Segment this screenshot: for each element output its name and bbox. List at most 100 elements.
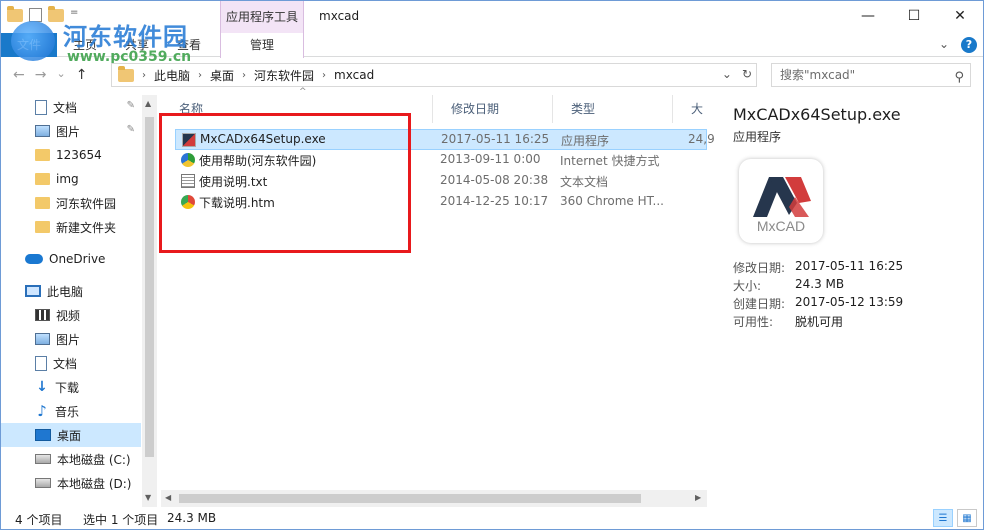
back-arrow-icon[interactable]: ← (13, 67, 25, 83)
prop-value: 2017-05-12 13:59 (795, 295, 904, 309)
column-header-type[interactable]: 类型 (553, 95, 673, 123)
sidebar-item-music[interactable]: ♪ 音乐 (1, 399, 141, 423)
sidebar-item-downloads[interactable]: ↓ 下载 (1, 375, 141, 399)
close-button[interactable]: ✕ (937, 1, 983, 31)
new-folder-icon[interactable] (48, 5, 64, 22)
prop-key: 修改日期: (733, 261, 786, 275)
sidebar-item-pictures-2[interactable]: 图片 (1, 327, 141, 351)
recent-locations-icon[interactable]: ⌄ (56, 67, 65, 83)
tab-home[interactable]: 主页 (73, 33, 97, 57)
minimize-button[interactable]: — (845, 1, 891, 31)
file-type: 文本文档 (560, 175, 609, 189)
sidebar-item-label: 图片 (56, 332, 81, 347)
scroll-down-icon[interactable]: ▼ (145, 493, 151, 502)
pin-icon[interactable]: ✎ (127, 124, 135, 135)
file-type: 应用程序 (561, 134, 610, 148)
scroll-left-icon[interactable]: ◀ (165, 493, 171, 502)
sidebar-item-drive-c[interactable]: 本地磁盘 (C:) (1, 447, 141, 471)
search-icon[interactable]: ⚲ (954, 67, 964, 89)
sidebar-item-label: 此电脑 (47, 284, 84, 299)
quick-access-toolbar: = (7, 5, 86, 23)
tab-share[interactable]: 共享 (125, 33, 149, 57)
sidebar-item-pictures[interactable]: 图片 ✎ (1, 119, 141, 143)
sidebar-item-documents[interactable]: 文档 ✎ (1, 95, 141, 119)
folder-icon (35, 149, 50, 161)
status-size: 24.3 MB (167, 511, 217, 525)
help-icon[interactable]: ? (961, 37, 977, 53)
status-bar: 4 个项目 选中 1 个项目 24.3 MB ☰ ▦ (1, 507, 983, 529)
sidebar-item-label: 文档 (53, 356, 78, 371)
breadcrumb-desktop[interactable]: 桌面 (210, 67, 234, 84)
address-bar[interactable]: › 此电脑 › 桌面 › 河东软件园 › mxcad ⌄ ↻ (111, 63, 757, 87)
sidebar-item-documents-2[interactable]: 文档 (1, 351, 141, 375)
file-type: 360 Chrome HT... (560, 194, 664, 208)
scroll-right-icon[interactable]: ▶ (695, 493, 701, 502)
sidebar-item-label: 河东软件园 (56, 196, 117, 211)
large-icons-view-icon[interactable]: ▦ (957, 509, 977, 527)
details-view-icon[interactable]: ☰ (933, 509, 953, 527)
file-row-help-link[interactable]: 使用帮助(河东软件园) 2013-09-11 0:00 Internet 快捷方… (175, 150, 707, 171)
sidebar-item-label: 下载 (55, 380, 80, 395)
music-icon: ♪ (37, 402, 47, 420)
column-header-size[interactable]: 大小 (673, 95, 707, 144)
sidebar-item-this-pc[interactable]: 此电脑 (1, 279, 141, 303)
tab-file[interactable]: 文件 (1, 33, 57, 57)
thumb-text: MxCAD (757, 218, 805, 234)
sidebar-item-new-folder[interactable]: 新建文件夹 (1, 215, 141, 239)
prop-created: 创建日期: 2017-05-12 13:59 (733, 295, 973, 313)
breadcrumb-this-pc[interactable]: 此电脑 (154, 67, 190, 84)
file-name: 使用说明.txt (199, 175, 268, 189)
scrollbar-thumb[interactable] (179, 494, 641, 503)
chevron-right-icon: › (242, 69, 247, 81)
sidebar-item-desktop[interactable]: 桌面 (1, 423, 141, 447)
sidebar-item-img[interactable]: img (1, 167, 141, 191)
folder-icon[interactable] (7, 5, 23, 22)
scroll-up-icon[interactable]: ▲ (145, 99, 151, 108)
mxcad-exe-icon (182, 133, 196, 147)
forward-arrow-icon[interactable]: → (35, 67, 47, 83)
sidebar-item-videos[interactable]: 视频 (1, 303, 141, 327)
up-arrow-icon[interactable]: ↑ (76, 67, 88, 83)
column-header-name[interactable]: 名称 (161, 95, 433, 123)
document-icon (35, 355, 47, 371)
prop-key: 创建日期: (733, 297, 786, 311)
sidebar-item-onedrive[interactable]: OneDrive (1, 247, 141, 271)
sidebar-item-label: 图片 (56, 124, 81, 139)
desktop-icon (35, 429, 51, 441)
sidebar-item-hedong[interactable]: 河东软件园 (1, 191, 141, 215)
breadcrumb-mxcad[interactable]: mxcad (334, 68, 374, 82)
search-input[interactable]: 搜索"mxcad" ⚲ (771, 63, 971, 87)
file-row-mxcad-exe[interactable]: MxCADx64Setup.exe 2017-05-11 16:25 应用程序 … (175, 129, 715, 150)
tab-view[interactable]: 查看 (177, 33, 201, 57)
address-dropdown-icon[interactable]: ⌄ (722, 67, 732, 81)
prop-size: 大小: 24.3 MB (733, 277, 973, 295)
pin-icon[interactable]: ✎ (127, 100, 135, 111)
breadcrumb-hedong[interactable]: 河东软件园 (254, 67, 314, 84)
explorer-window: = 应用程序工具 mxcad — ☐ ✕ 文件 主页 共享 查看 管理 ⌄ ? … (0, 0, 984, 530)
file-row-readme-txt[interactable]: 使用说明.txt 2014-05-08 20:38 文本文档 (175, 171, 707, 192)
sidebar-item-123654[interactable]: 123654 (1, 143, 141, 167)
sidebar-item-drive-d[interactable]: 本地磁盘 (D:) (1, 471, 141, 495)
chrome-html-icon (181, 195, 195, 209)
file-list-hscrollbar[interactable]: ◀ ▶ (161, 490, 707, 507)
scrollbar-thumb[interactable] (145, 117, 154, 457)
ribbon-expand-icon[interactable]: ⌄ (939, 37, 949, 53)
refresh-icon[interactable]: ↻ (742, 67, 752, 81)
file-date: 2014-12-25 10:17 (440, 194, 549, 208)
maximize-button[interactable]: ☐ (891, 1, 937, 31)
mxcad-logo-icon: MxCAD (739, 159, 823, 243)
prop-key: 大小: (733, 279, 762, 293)
file-row-download-htm[interactable]: 下载说明.htm 2014-12-25 10:17 360 Chrome HT.… (175, 192, 707, 213)
folder-icon (35, 173, 50, 185)
sidebar-item-label: img (56, 172, 79, 186)
prop-availability: 可用性: 脱机可用 (733, 313, 973, 331)
prop-value: 24.3 MB (795, 277, 845, 291)
sidebar-scrollbar[interactable]: ▲ ▼ (142, 95, 157, 507)
qat-dropdown-icon[interactable]: = (70, 7, 86, 23)
status-selection: 选中 1 个项目 (83, 513, 159, 527)
cloud-icon (25, 254, 43, 264)
properties-icon[interactable] (29, 8, 42, 22)
column-header-date[interactable]: 修改日期 (433, 95, 553, 123)
tab-manage[interactable]: 管理 (220, 33, 304, 58)
file-type: Internet 快捷方式 (560, 154, 660, 168)
